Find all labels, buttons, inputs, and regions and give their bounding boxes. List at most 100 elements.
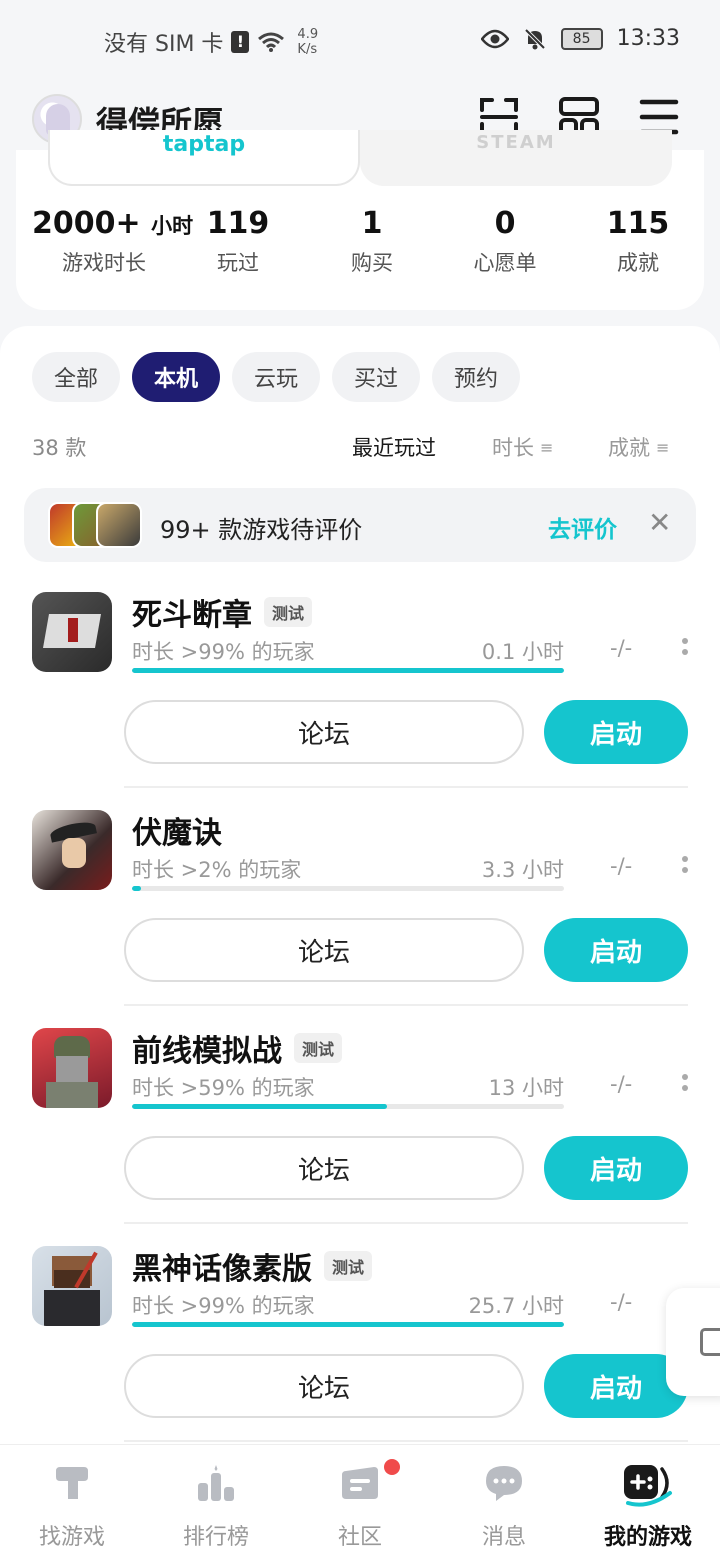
notification-dot [384, 1459, 400, 1475]
status-bar: 没有 SIM 卡 ! 4.9 K/s 85 13:33 [0, 0, 720, 80]
games-panel: 全部 本机 云玩 买过 预约 38 款 最近玩过 时长 ≡ 成就 ≡ 99+ 款… [0, 326, 720, 1526]
forum-button[interactable]: 论坛 [124, 1136, 524, 1200]
platform-tab-steam[interactable]: STEAM [360, 130, 672, 186]
game-title-block[interactable]: 前线模拟战 测试 [132, 1026, 343, 1070]
stat-label: 成就 [617, 251, 659, 275]
stat-value: 1 [361, 206, 383, 241]
game-row: 前线模拟战 测试 时长 >59% 的玩家 13 小时 -/- 论坛 启动 [0, 1012, 720, 1230]
game-row: 死斗断章 测试 时长 >99% 的玩家 0.1 小时 -/- 论坛 启动 [0, 576, 720, 794]
game-title-block[interactable]: 死斗断章 测试 [132, 590, 313, 634]
status-left: 没有 SIM 卡 ! 4.9 K/s [104, 26, 318, 58]
achievement-count: -/- [610, 854, 633, 878]
stat-value: 119 [206, 206, 270, 241]
battery-indicator: 85 [560, 27, 603, 50]
status-right: 85 13:33 [480, 26, 680, 51]
carrier-text: 没有 SIM 卡 [104, 32, 224, 57]
sort-label: 时长 [492, 436, 534, 460]
stat-purchased[interactable]: 1 购买 [320, 206, 424, 277]
sort-order-icon: ≡ [540, 437, 554, 457]
stat-label: 购买 [351, 251, 393, 275]
game-title-block[interactable]: 伏魔诀 [132, 808, 222, 852]
filter-chip-all[interactable]: 全部 [32, 352, 120, 402]
community-icon [342, 1467, 378, 1499]
test-badge: 测试 [264, 597, 313, 627]
platform-tab-taptap[interactable]: taptap [48, 130, 360, 186]
stat-label: 心愿单 [473, 251, 537, 275]
speed-unit: K/s [297, 42, 318, 57]
mute-bell-icon [524, 28, 546, 49]
sort-recent[interactable]: 最近玩过 [352, 432, 436, 462]
forum-button[interactable]: 论坛 [124, 1354, 524, 1418]
divider [124, 1440, 688, 1442]
more-options-icon[interactable] [682, 1074, 690, 1096]
stat-value: 0 [494, 206, 516, 241]
test-badge: 测试 [294, 1033, 343, 1063]
game-row: 伏魔诀 时长 >2% 的玩家 3.3 小时 -/- 论坛 启动 [0, 794, 720, 1012]
filter-chip-cloud[interactable]: 云玩 [232, 352, 320, 402]
playtime-hours: 13 小时 [488, 1076, 564, 1100]
achievement-count: -/- [610, 1072, 633, 1096]
nav-label: 排行榜 [182, 1525, 249, 1550]
nav-label: 找游戏 [38, 1525, 105, 1550]
playtime-percentile: 时长 >99% 的玩家 [132, 640, 315, 664]
nav-messages[interactable]: 消息 [432, 1445, 576, 1560]
divider [124, 786, 688, 788]
taptap-label: taptap [162, 132, 246, 156]
my-games-icon [624, 1465, 672, 1507]
pending-review-banner[interactable]: 99+ 款游戏待评价 去评价 ✕ [24, 488, 696, 562]
game-cover-icon[interactable] [32, 1246, 112, 1326]
speed-value: 4.9 [297, 27, 319, 42]
sort-achievements[interactable]: 成就 ≡ [608, 432, 669, 462]
wifi-icon [258, 32, 285, 52]
floating-download-button[interactable] [666, 1288, 720, 1396]
bottom-nav: 找游戏 排行榜 社区 消息 我的游戏 [0, 1444, 720, 1560]
filter-chip-local[interactable]: 本机 [132, 352, 220, 402]
game-name: 前线模拟战 [132, 1034, 282, 1069]
game-cover-icon[interactable] [32, 810, 112, 890]
launch-button[interactable]: 启动 [544, 700, 688, 764]
forum-button[interactable]: 论坛 [124, 918, 524, 982]
game-cover-icon[interactable] [32, 592, 112, 672]
stat-playtime[interactable]: 2000+ 小时 游戏时长 [32, 206, 193, 277]
game-name: 死斗断章 [132, 598, 252, 633]
stat-achievements[interactable]: 115 成就 [586, 206, 690, 277]
progress-fill [132, 668, 564, 673]
launch-button[interactable]: 启动 [544, 918, 688, 982]
go-review-link[interactable]: 去评价 [548, 510, 617, 544]
stat-played[interactable]: 119 玩过 [186, 206, 290, 277]
ranking-icon [198, 1465, 234, 1501]
nav-find-games[interactable]: 找游戏 [0, 1445, 144, 1560]
game-name: 伏魔诀 [132, 816, 222, 851]
playtime-percentile: 时长 >99% 的玩家 [132, 1294, 315, 1318]
nav-label: 社区 [337, 1525, 382, 1550]
network-speed: 4.9 K/s [297, 27, 318, 57]
achievement-count: -/- [610, 636, 633, 660]
messages-icon [486, 1466, 522, 1501]
playtime-hours: 25.7 小时 [468, 1294, 564, 1318]
playtime-progress [132, 668, 564, 673]
nav-ranking[interactable]: 排行榜 [144, 1445, 288, 1560]
more-options-icon[interactable] [682, 638, 690, 660]
stat-label: 游戏时长 [62, 251, 146, 275]
filter-chip-reserved[interactable]: 预约 [432, 352, 520, 402]
stat-wishlist[interactable]: 0 心愿单 [450, 206, 560, 277]
game-cover-icon[interactable] [32, 1028, 112, 1108]
playtime-hours: 3.3 小时 [481, 858, 564, 882]
sort-label: 成就 [608, 436, 650, 460]
launch-button[interactable]: 启动 [544, 1136, 688, 1200]
sort-label: 最近玩过 [352, 436, 436, 460]
nav-community[interactable]: 社区 [288, 1445, 432, 1560]
nav-my-games[interactable]: 我的游戏 [576, 1445, 720, 1560]
filter-chip-bought[interactable]: 买过 [332, 352, 420, 402]
progress-fill [132, 886, 141, 891]
forum-button[interactable]: 论坛 [124, 700, 524, 764]
game-title-block[interactable]: 黑神话像素版 测试 [132, 1244, 373, 1288]
sort-playtime[interactable]: 时长 ≡ [492, 432, 553, 462]
divider [124, 1004, 688, 1006]
find-games-icon [56, 1467, 88, 1499]
progress-fill [132, 1104, 387, 1109]
game-count: 38 款 [32, 436, 87, 460]
close-icon[interactable]: ✕ [648, 506, 671, 539]
more-options-icon[interactable] [682, 856, 690, 878]
eye-icon [480, 29, 509, 48]
